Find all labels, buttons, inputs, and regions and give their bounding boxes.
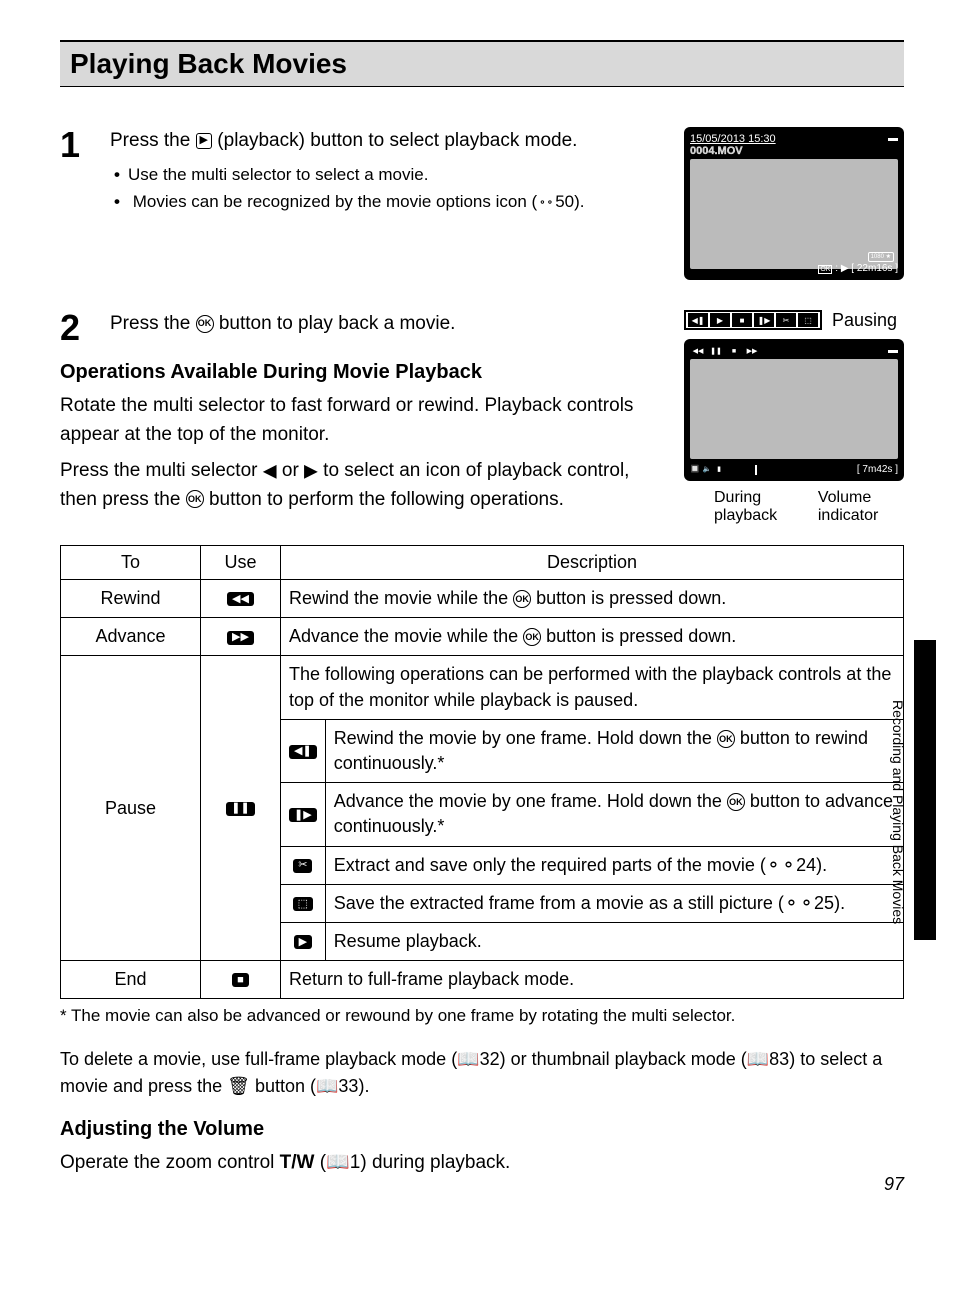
chapter-label: Recording and Playing Back Movies bbox=[890, 700, 906, 924]
section-heading-text: Playing Back Movies bbox=[70, 48, 894, 80]
fastfwd-icon: ▶▶ bbox=[227, 631, 254, 645]
table-header-to: To bbox=[61, 546, 201, 580]
pausing-label: Pausing bbox=[832, 310, 897, 331]
volume-heading: Adjusting the Volume bbox=[60, 1118, 904, 1141]
operations-para-2: Press the multi selector ◀ or ▶ to selec… bbox=[60, 457, 664, 514]
volume-instruction: Operate the zoom control T/W (📖1) during… bbox=[60, 1149, 904, 1178]
ok-icon: OK bbox=[523, 628, 541, 646]
rewind-icon: ◀◀ bbox=[227, 592, 254, 606]
toolbar-play-icon: ▶ bbox=[710, 313, 730, 327]
step-1-text-b: (playback) button to select playback mod… bbox=[217, 130, 577, 151]
table-row-end: End ■ Return to full-frame playback mode… bbox=[61, 961, 904, 999]
book-ref-icon: 📖 bbox=[326, 1152, 350, 1173]
toolbar-stop-icon: ■ bbox=[732, 313, 752, 327]
playback-icon: ▶ bbox=[196, 133, 212, 149]
cross-ref-icon: ⚬⚬ bbox=[766, 855, 796, 875]
lcd-screen-1: 15/05/2013 15:30 0004.MOV ▬ 1080 ★ OK : … bbox=[684, 127, 904, 280]
step-1-body: Press the ▶ (playback) button to select … bbox=[110, 127, 664, 280]
step-2-number: 2 bbox=[60, 310, 90, 346]
chapter-tab bbox=[914, 640, 936, 940]
toolbar-saveframe-icon: ⬚ bbox=[798, 313, 818, 327]
operations-table: To Use Description Rewind ◀◀ Rewind the … bbox=[60, 545, 904, 999]
playback-toolbar: ◀◀ ❚❚ ■ ▶▶ bbox=[690, 345, 760, 357]
pause-callout-column: ◀❚ ▶ ■ ❚▶ ✂ ⬚ Pausing ◀◀ ❚❚ ■ ▶▶ ▬ bbox=[684, 310, 904, 525]
book-ref-icon: 📖 bbox=[316, 1076, 338, 1096]
step-1-bullet-1: Use the multi selector to select a movie… bbox=[128, 162, 664, 188]
during-playback-label: During playback bbox=[714, 489, 788, 525]
step-2-body: Press the OK button to play back a movie… bbox=[110, 310, 664, 346]
step-1: 1 Press the ▶ (playback) button to selec… bbox=[60, 127, 904, 280]
page-number: 97 bbox=[884, 1174, 904, 1195]
ok-icon: OK bbox=[717, 730, 735, 748]
pause-toolbar: ◀❚ ▶ ■ ❚▶ ✂ ⬚ bbox=[684, 310, 822, 330]
battery-icon: ▬ bbox=[888, 133, 898, 144]
section-heading: Playing Back Movies bbox=[60, 40, 904, 87]
hd-icon: 1080 ★ bbox=[868, 252, 894, 262]
cross-ref-icon: ⚬⚬ bbox=[784, 893, 814, 913]
book-ref-icon: 📖 bbox=[747, 1049, 769, 1069]
lcd-screen-2: ◀◀ ❚❚ ■ ▶▶ ▬ 🔲🔈▮ [ 7m42s ] bbox=[684, 339, 904, 481]
saveframe-icon: ⬚ bbox=[293, 897, 313, 911]
toolbar-frameback-icon: ◀❚ bbox=[688, 313, 708, 327]
table-header-desc: Description bbox=[281, 546, 904, 580]
trash-icon: 🗑 bbox=[227, 1076, 250, 1096]
table-row-rewind: Rewind ◀◀ Rewind the movie while the OK … bbox=[61, 580, 904, 618]
footnote: * The movie can also be advanced or rewo… bbox=[60, 1003, 904, 1029]
step-1-bullets: Use the multi selector to select a movie… bbox=[110, 162, 664, 215]
step-1-bullet-2: Movies can be recognized by the movie op… bbox=[128, 189, 664, 215]
delete-instruction: To delete a movie, use full-frame playba… bbox=[60, 1046, 904, 1100]
ok-button-icon: OK bbox=[196, 315, 214, 333]
framefwd-icon: ❚▶ bbox=[289, 808, 317, 822]
frameback-icon: ◀❚ bbox=[289, 745, 317, 759]
left-arrow-icon: ◀ bbox=[263, 460, 277, 480]
right-arrow-icon: ▶ bbox=[304, 460, 318, 480]
step-1-screen: 15/05/2013 15:30 0004.MOV ▬ 1080 ★ OK : … bbox=[684, 127, 904, 280]
stop-icon: ■ bbox=[232, 973, 249, 987]
cross-ref-icon: ⚬⚬ bbox=[537, 194, 555, 212]
operations-para-1: Rotate the multi selector to fast forwar… bbox=[60, 392, 664, 449]
screen-date: 15/05/2013 15:30 bbox=[690, 133, 776, 145]
scissors-icon: ✂ bbox=[293, 859, 312, 873]
operations-heading: Operations Available During Movie Playba… bbox=[60, 361, 664, 384]
table-row-pause-intro: Pause ❚❚ The following operations can be… bbox=[61, 656, 904, 719]
ok-icon: OK bbox=[727, 793, 745, 811]
step-1-text-a: Press the bbox=[110, 130, 196, 151]
step-2-row: 2 Press the OK button to play back a mov… bbox=[60, 310, 904, 525]
ok-button-icon-2: OK bbox=[186, 490, 204, 508]
toolbar-framefwd-icon: ❚▶ bbox=[754, 313, 774, 327]
ok-icon: OK bbox=[513, 590, 531, 608]
screen-file: 0004.MOV bbox=[690, 145, 776, 157]
book-ref-icon: 📖 bbox=[457, 1049, 479, 1069]
battery-icon-2: ▬ bbox=[888, 345, 898, 356]
resume-play-icon: ▶ bbox=[294, 935, 312, 949]
volume-indicator-label: Volume indicator bbox=[818, 489, 894, 525]
table-header-use: Use bbox=[201, 546, 281, 580]
table-row-advance: Advance ▶▶ Advance the movie while the O… bbox=[61, 618, 904, 656]
toolbar-scissors-icon: ✂ bbox=[776, 313, 796, 327]
step-1-number: 1 bbox=[60, 127, 90, 280]
pause-icon: ❚❚ bbox=[226, 802, 254, 816]
